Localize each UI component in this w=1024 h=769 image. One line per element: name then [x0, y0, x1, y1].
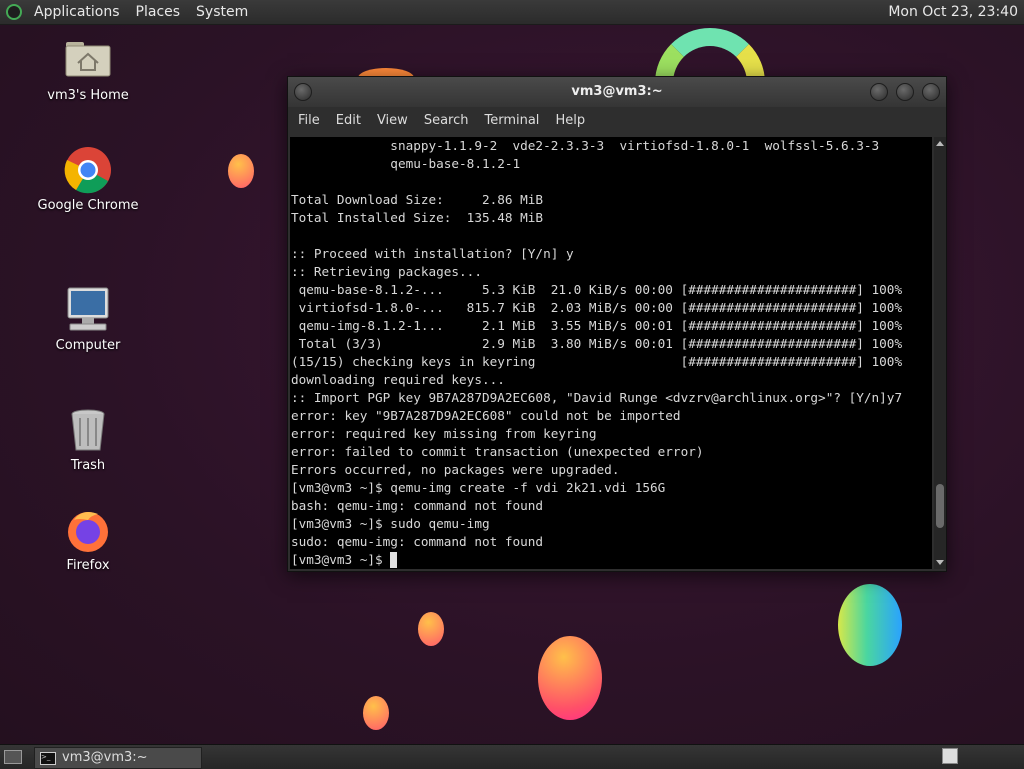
wallpaper-bubble — [538, 636, 602, 720]
desktop-icon-label: Google Chrome — [37, 198, 139, 213]
terminal-output[interactable]: snappy-1.1.9-2 vde2-2.3.3-3 virtiofsd-1.… — [290, 137, 932, 569]
terminal-icon: >_ — [40, 751, 56, 765]
terminal-line: (15/15) checking keys in keyring [######… — [291, 354, 903, 369]
terminal-line: downloading required keys... — [291, 372, 505, 387]
window-titlebar[interactable]: vm3@vm3:~ — [288, 77, 946, 107]
workspace-switcher-icon[interactable] — [942, 748, 958, 764]
terminal-line: bash: qemu-img: command not found — [291, 498, 544, 513]
taskbar-item-label: vm3@vm3:~ — [62, 750, 148, 765]
menu-system[interactable]: System — [188, 0, 256, 24]
terminal-line: [vm3@vm3 ~]$ sudo qemu-img — [291, 516, 490, 531]
scroll-down-arrow-icon[interactable] — [936, 560, 944, 565]
terminal-line: sudo: qemu-img: command not found — [291, 534, 544, 549]
desktop-icon-computer[interactable]: Computer — [28, 286, 148, 353]
menu-view[interactable]: View — [369, 107, 416, 135]
terminal-line: :: Retrieving packages... — [291, 264, 482, 279]
terminal-line: Errors occurred, no packages were upgrad… — [291, 462, 620, 477]
terminal-text: snappy-1.1.9-2 vde2-2.3.3-3 virtiofsd-1.… — [290, 137, 932, 569]
window-title: vm3@vm3:~ — [571, 84, 663, 99]
wallpaper-bubble — [418, 612, 444, 646]
desktop-icon-trash[interactable]: Trash — [28, 406, 148, 473]
desktop-icon-label: Firefox — [66, 558, 110, 573]
menu-applications[interactable]: Applications — [26, 0, 128, 24]
terminal-line: Total (3/3) 2.9 MiB 3.80 MiB/s 00:01 [##… — [291, 336, 903, 351]
terminal-line: qemu-base-8.1.2-... 5.3 KiB 21.0 KiB/s 0… — [291, 282, 903, 297]
terminal-line: [vm3@vm3 ~]$ qemu-img create -f vdi 2k21… — [291, 480, 666, 495]
show-desktop-icon[interactable] — [4, 750, 22, 764]
desktop-icon-chrome[interactable]: Google Chrome — [28, 146, 148, 213]
desktop-icon-firefox[interactable]: Firefox — [28, 506, 148, 573]
window-menu-button[interactable] — [294, 83, 312, 101]
terminal-scrollbar[interactable] — [934, 137, 946, 569]
home-folder-icon — [64, 36, 112, 84]
computer-icon — [64, 286, 112, 334]
terminal-line: qemu-base-8.1.2-1 — [291, 156, 521, 171]
menu-terminal[interactable]: Terminal — [476, 107, 547, 135]
clock[interactable]: Mon Oct 23, 23:40 — [888, 4, 1024, 20]
bottom-panel: >_ vm3@vm3:~ — [0, 744, 1024, 769]
wallpaper-bubble — [838, 584, 902, 666]
wallpaper-bubble — [228, 154, 254, 188]
terminal-line: virtiofsd-1.8.0-... 815.7 KiB 2.03 MiB/s… — [291, 300, 903, 315]
menu-search[interactable]: Search — [416, 107, 477, 135]
maximize-button[interactable] — [896, 83, 914, 101]
wallpaper-bubble — [363, 696, 389, 730]
terminal-line: Total Installed Size: 135.48 MiB — [291, 210, 544, 225]
close-button[interactable] — [922, 83, 940, 101]
text-cursor — [390, 552, 398, 568]
scrollbar-thumb[interactable] — [936, 483, 944, 528]
terminal-line: error: key "9B7A287D9A2EC608" could not … — [291, 408, 681, 423]
terminal-line: [vm3@vm3 ~]$ — [291, 551, 932, 569]
terminal-line: error: failed to commit transaction (une… — [291, 444, 704, 459]
terminal-window[interactable]: vm3@vm3:~ File Edit View Search Terminal… — [287, 76, 947, 572]
taskbar-item-terminal[interactable]: >_ vm3@vm3:~ — [34, 747, 202, 769]
terminal-line: qemu-img-8.1.2-1... 2.1 MiB 3.55 MiB/s 0… — [291, 318, 903, 333]
distro-logo-icon[interactable] — [6, 4, 22, 20]
desktop-icon-label: vm3's Home — [47, 88, 129, 103]
terminal-line: error: required key missing from keyring — [291, 426, 597, 441]
minimize-button[interactable] — [870, 83, 888, 101]
chrome-icon — [64, 146, 112, 194]
menu-edit[interactable]: Edit — [328, 107, 369, 135]
menu-help[interactable]: Help — [547, 107, 593, 135]
desktop-icon-label: Computer — [55, 338, 121, 353]
desktop-icon-label: Trash — [70, 458, 106, 473]
desktop-icon-home[interactable]: vm3's Home — [28, 36, 148, 103]
terminal-line: :: Proceed with installation? [Y/n] y — [291, 246, 574, 261]
menu-places[interactable]: Places — [128, 0, 189, 24]
terminal-line: :: Import PGP key 9B7A287D9A2EC608, "Dav… — [291, 390, 903, 405]
scroll-up-arrow-icon[interactable] — [936, 141, 944, 146]
firefox-icon — [64, 506, 112, 554]
trash-icon — [64, 406, 112, 454]
terminal-line: Total Download Size: 2.86 MiB — [291, 192, 544, 207]
terminal-line: snappy-1.1.9-2 vde2-2.3.3-3 virtiofsd-1.… — [291, 138, 880, 153]
terminal-menubar: File Edit View Search Terminal Help — [288, 107, 946, 135]
menu-file[interactable]: File — [290, 107, 328, 135]
top-panel: Applications Places System Mon Oct 23, 2… — [0, 0, 1024, 25]
